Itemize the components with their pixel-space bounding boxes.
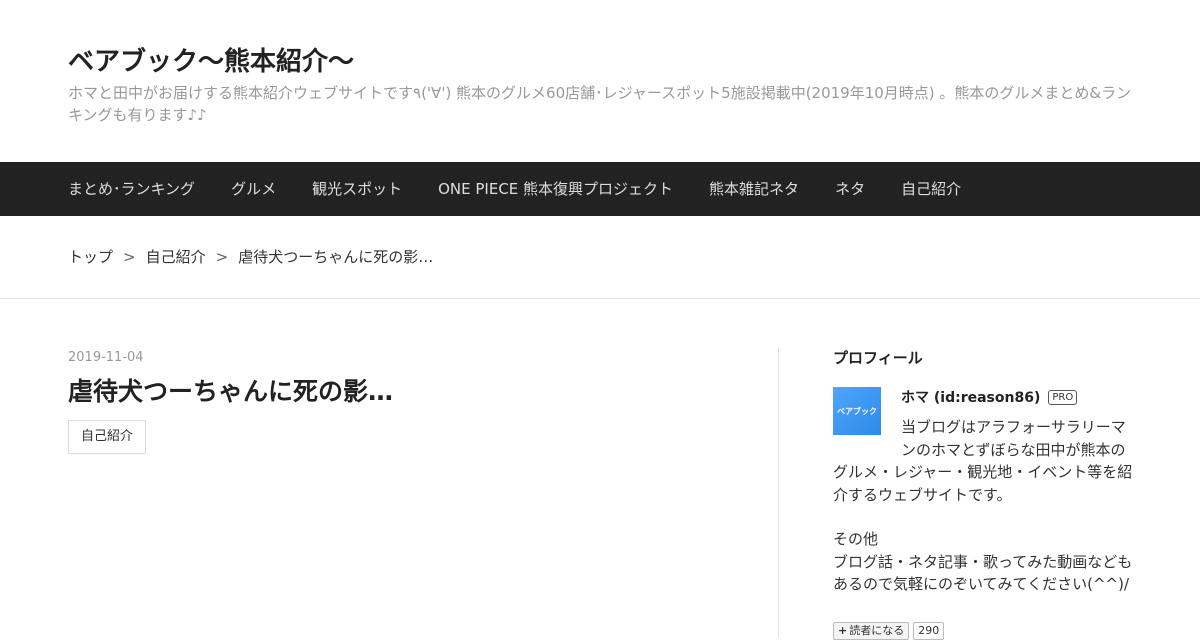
profile-module-title: プロフィール (833, 349, 923, 367)
nav-item-misc[interactable]: 熊本雑記ネタ (709, 162, 799, 216)
breadcrumb-category[interactable]: 自己紹介 (146, 246, 206, 268)
subscribe-label: 読者になる (849, 623, 905, 637)
profile-extra-line: あるので気軽にのぞいてみてください(^^)/ (833, 575, 1129, 593)
sidebar-divider (778, 348, 779, 638)
avatar[interactable]: ベアブック (833, 387, 881, 435)
subscribe-row: + 読者になる 290 (833, 621, 1133, 640)
nav-item-sightseeing[interactable]: 観光スポット (312, 162, 402, 216)
subscriber-count: 290 (913, 621, 945, 640)
profile-name[interactable]: ホマ (id:reason86) (901, 387, 1040, 407)
breadcrumb-current: 虐待犬つーちゃんに死の影… (238, 248, 434, 266)
avatar-logo-text: ベアブック (837, 406, 877, 416)
header-divider (0, 298, 1200, 299)
profile-description-extra: その他 ブログ話・ネタ記事・歌ってみた動画なども あるので気軽にのぞいてみてくだ… (833, 528, 1133, 596)
pro-badge: PRO (1048, 389, 1078, 405)
breadcrumb: トップ > 自己紹介 > 虐待犬つーちゃんに死の影… (68, 246, 433, 268)
breadcrumb-top[interactable]: トップ (68, 246, 113, 268)
blog-description: ホマと田中がお届けする熊本紹介ウェブサイトです٩('∀') 熊本のグルメ60店舗… (68, 84, 1132, 124)
profile-extra-line: その他 (833, 530, 879, 548)
entry-date[interactable]: 2019-11-04 (68, 350, 144, 365)
blog-header: ベアブック～熊本紹介～ ホマと田中がお届けする熊本紹介ウェブサイトです٩('∀'… (68, 44, 1138, 126)
profile-card: ベアブック ホマ (id:reason86) PRO 当ブログはアラフォーサラリ… (833, 387, 1133, 506)
global-nav: まとめ･ランキング グルメ 観光スポット ONE PIECE 熊本復興プロジェク… (0, 162, 1200, 216)
breadcrumb-separator: > (123, 248, 136, 266)
nav-item-gourmet[interactable]: グルメ (231, 162, 276, 216)
profile-extra-line: ブログ話・ネタ記事・歌ってみた動画なども (833, 552, 1133, 571)
entry-title[interactable]: 虐待犬つーちゃんに死の影… (68, 374, 393, 410)
nav-item-onepiece[interactable]: ONE PIECE 熊本復興プロジェクト (438, 162, 673, 216)
profile-name-line: ホマ (id:reason86) PRO (901, 387, 1078, 407)
breadcrumb-separator: > (215, 248, 229, 266)
nav-item-neta[interactable]: ネタ (835, 162, 865, 216)
sidebar: プロフィール ベアブック ホマ (id:reason86) PRO 当ブログはア… (833, 348, 1133, 640)
subscribe-button[interactable]: + 読者になる (833, 621, 910, 640)
entry-category-tag[interactable]: 自己紹介 (68, 420, 147, 454)
blog-title[interactable]: ベアブック～熊本紹介～ (68, 44, 1138, 80)
nav-item-matome[interactable]: まとめ･ランキング (68, 162, 195, 216)
nav-item-about[interactable]: 自己紹介 (901, 162, 961, 216)
plus-icon: + (838, 623, 848, 637)
